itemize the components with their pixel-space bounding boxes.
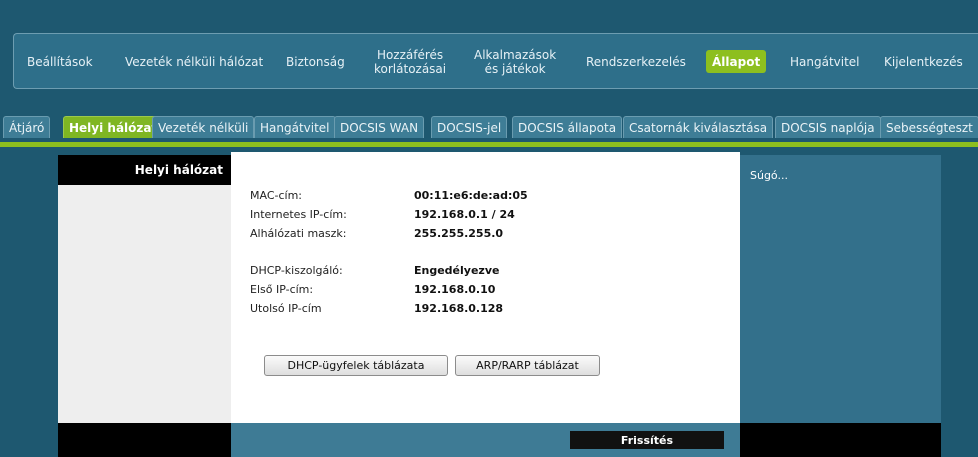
- internet-ip-label: Internetes IP-cím:: [250, 208, 347, 221]
- tab-docsis-wan[interactable]: DOCSIS WAN: [334, 116, 425, 138]
- dhcp-clients-table-button[interactable]: DHCP-ügyfelek táblázata: [264, 355, 448, 376]
- section-title: Helyi hálózat: [134, 163, 223, 177]
- subnet-mask-value: 255.255.255.0: [414, 227, 504, 240]
- tab-label: Vezeték nélküli: [158, 120, 249, 135]
- nav-item-label-line1: Hozzáférés: [376, 48, 444, 62]
- nav-item-administration[interactable]: Rendszerkezelés: [586, 34, 686, 90]
- main-content: MAC-cím: 00:11:e6:de:ad:05 Internetes IP…: [231, 152, 740, 457]
- nav-item-label: Rendszerkezelés: [586, 55, 686, 69]
- tab-channel-selection[interactable]: Csatornák kiválasztása: [623, 116, 774, 138]
- nav-item-wireless-network[interactable]: Vezeték nélküli hálózat: [125, 34, 263, 90]
- nav-item-label: Kijelentkezés: [884, 55, 963, 69]
- nav-item-label-line2: korlátozásai: [374, 62, 447, 76]
- top-navigation-bar: Beállítások Vezeték nélküli hálózat Bizt…: [0, 0, 978, 96]
- dhcp-server-label: DHCP-kiszolgáló:: [250, 264, 343, 277]
- tab-label: DOCSIS naplója: [781, 120, 875, 135]
- nav-item-logout[interactable]: Kijelentkezés: [884, 34, 963, 90]
- refresh-button[interactable]: Frissítés: [570, 431, 724, 449]
- nav-item-label: Vezeték nélküli hálózat: [125, 55, 264, 69]
- tab-docsis-signal[interactable]: DOCSIS-jel: [431, 116, 508, 138]
- left-panel-header: Helyi hálózat: [58, 155, 231, 185]
- tab-label: DOCSIS WAN: [340, 120, 419, 135]
- nav-item-label: Állapot: [712, 54, 761, 69]
- tab-label: Hangátvitel: [260, 120, 330, 135]
- nav-item-label-line1: Alkalmazások: [474, 48, 557, 62]
- nav-item-label: Beállítások: [27, 55, 93, 69]
- tab-local-network[interactable]: Helyi hálózat: [63, 116, 164, 138]
- top-navigation-menu: Beállítások Vezeték nélküli hálózat Bizt…: [13, 33, 978, 89]
- arp-rarp-table-button[interactable]: ARP/RARP táblázat: [455, 355, 600, 376]
- nav-item-label: Hangátvitel: [790, 55, 860, 69]
- tab-label: Csatornák kiválasztása: [629, 120, 768, 135]
- internet-ip-value: 192.168.0.1 / 24: [414, 208, 515, 221]
- left-panel-footer: [58, 423, 231, 457]
- mac-address-value: 00:11:e6:de:ad:05: [414, 189, 528, 202]
- nav-item-label: Biztonság: [286, 55, 345, 69]
- nav-item-security[interactable]: Biztonság: [286, 34, 345, 90]
- tab-label: Sebességteszt: [886, 120, 973, 135]
- tab-voice[interactable]: Hangátvitel: [254, 116, 336, 138]
- nav-item-applications-games[interactable]: Alkalmazások és játékok: [474, 34, 556, 90]
- nav-item-voice[interactable]: Hangátvitel: [790, 34, 860, 90]
- nav-item-settings[interactable]: Beállítások: [27, 34, 93, 90]
- tab-label: Helyi hálózat: [69, 120, 158, 135]
- tab-label: Átjáró: [9, 120, 45, 135]
- nav-item-status[interactable]: Állapot: [706, 50, 767, 73]
- help-panel-footer: [740, 423, 941, 457]
- help-link[interactable]: Súgó...: [750, 169, 788, 182]
- first-ip-label: Első IP-cím:: [250, 283, 314, 296]
- subnet-mask-label: Alhálózati maszk:: [250, 227, 347, 240]
- main-footer: Frissítés: [231, 423, 740, 457]
- tab-speed-test[interactable]: Sebességteszt: [880, 116, 978, 138]
- tab-docsis-status[interactable]: DOCSIS állapota: [512, 116, 623, 138]
- last-ip-label: Utolsó IP-cím: [250, 302, 322, 315]
- tab-label: DOCSIS-jel: [437, 120, 502, 135]
- tab-gateway[interactable]: Átjáró: [3, 116, 51, 138]
- help-panel: Súgó...: [740, 155, 941, 457]
- first-ip-value: 192.168.0.10: [414, 283, 496, 296]
- tab-label: DOCSIS állapota: [518, 120, 617, 135]
- nav-item-access-restrictions[interactable]: Hozzáférés korlátozásai: [374, 34, 446, 90]
- tab-docsis-log[interactable]: DOCSIS naplója: [775, 116, 881, 138]
- left-panel: Helyi hálózat: [58, 155, 231, 457]
- mac-address-label: MAC-cím:: [250, 189, 302, 202]
- tab-wireless[interactable]: Vezeték nélküli: [152, 116, 255, 138]
- dhcp-server-value: Engedélyezve: [414, 264, 500, 277]
- last-ip-value: 192.168.0.128: [414, 302, 504, 315]
- sub-tab-bar: Átjáró Helyi hálózat Vezeték nélküli Han…: [0, 96, 978, 144]
- nav-item-label-line2: és játékok: [484, 62, 546, 76]
